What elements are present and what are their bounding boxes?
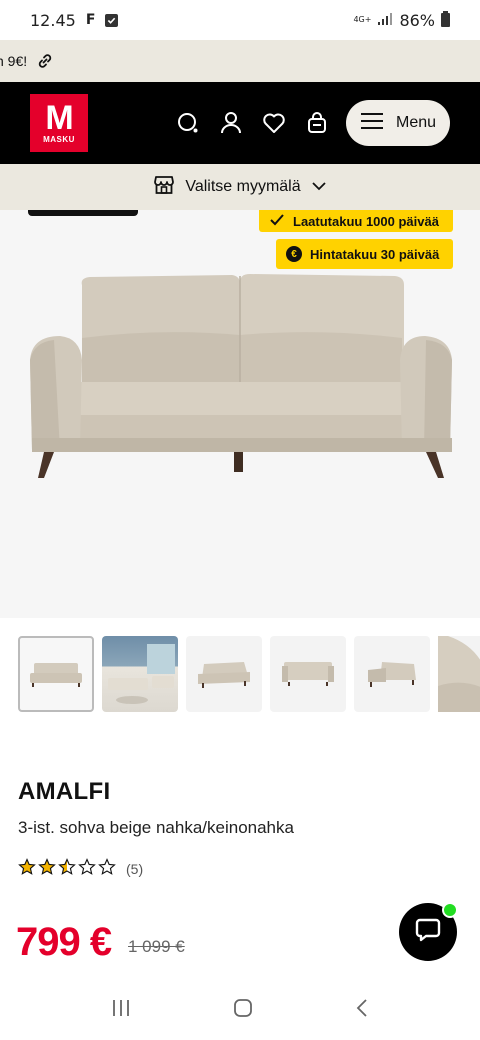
thumbnail-2[interactable] bbox=[102, 636, 178, 712]
star-full-icon bbox=[18, 858, 36, 879]
logo-text: MASKU bbox=[43, 134, 75, 144]
rating-count: (5) bbox=[126, 860, 144, 877]
star-empty-icon bbox=[98, 858, 116, 879]
store-selector[interactable]: Valitse myymälä bbox=[0, 164, 480, 210]
hamburger-icon bbox=[360, 112, 384, 135]
chevron-down-icon bbox=[311, 178, 327, 196]
status-time: 12.45 bbox=[30, 10, 76, 30]
status-bar: 12.45 F 4G+ 86% bbox=[0, 0, 480, 40]
search-icon[interactable] bbox=[176, 111, 200, 135]
network-type-icon: 4G+ bbox=[353, 15, 372, 24]
shopping-bag-icon[interactable] bbox=[306, 111, 328, 135]
logo-letter: M bbox=[45, 98, 73, 137]
product-main-image[interactable]: Laatutakuu 1000 päivää € Hintatakuu 30 p… bbox=[0, 210, 480, 618]
star-full-icon bbox=[38, 858, 56, 879]
battery-icon bbox=[441, 11, 450, 27]
recent-apps-icon[interactable] bbox=[111, 999, 131, 1022]
heart-icon[interactable] bbox=[262, 112, 286, 134]
product-description: 3-ist. sohva beige nahka/keinonahka bbox=[18, 818, 294, 837]
battery-level: 86% bbox=[399, 10, 435, 30]
system-nav-bar bbox=[0, 980, 480, 1040]
star-half-icon bbox=[58, 858, 76, 879]
sofa-image bbox=[30, 274, 452, 478]
link-icon bbox=[37, 53, 53, 69]
back-icon[interactable] bbox=[355, 998, 369, 1023]
menu-button[interactable]: Menu bbox=[346, 100, 450, 146]
product-price: 799 € bbox=[16, 920, 112, 964]
image-thumbnails bbox=[18, 636, 480, 712]
sofa-back-thumbnail-icon bbox=[282, 662, 334, 686]
signal-icon bbox=[377, 11, 393, 30]
promo-text: n 9€! bbox=[0, 53, 28, 69]
product-rating[interactable]: (5) bbox=[18, 858, 143, 879]
room-scene-thumbnail-icon bbox=[108, 644, 175, 704]
chat-bubble-icon bbox=[414, 916, 442, 949]
sofa-detail-thumbnail-icon bbox=[438, 636, 480, 712]
sofa-angle-thumbnail-icon bbox=[198, 662, 250, 688]
home-icon[interactable] bbox=[233, 998, 253, 1023]
star-empty-icon bbox=[78, 858, 96, 879]
store-icon bbox=[153, 174, 175, 201]
status-right: 4G+ 86% bbox=[353, 11, 450, 30]
thumbnail-3[interactable] bbox=[186, 636, 262, 712]
thumbnail-6[interactable] bbox=[438, 636, 480, 712]
thumbnail-4[interactable] bbox=[270, 636, 346, 712]
product-name: AMALFI bbox=[18, 778, 111, 805]
store-label: Valitse myymälä bbox=[185, 178, 301, 195]
f-app-icon: F bbox=[85, 12, 96, 28]
sofa-thumbnail-icon bbox=[30, 663, 82, 687]
online-status-dot bbox=[442, 902, 458, 918]
header-icons bbox=[176, 111, 328, 135]
menu-label: Menu bbox=[395, 114, 437, 131]
product-old-price: 1 099 € bbox=[128, 937, 185, 956]
sofa-side-thumbnail-icon bbox=[368, 662, 416, 687]
masku-logo[interactable]: M MASKU bbox=[30, 94, 88, 152]
thumbnail-1[interactable] bbox=[18, 636, 94, 712]
thumbnail-5[interactable] bbox=[354, 636, 430, 712]
checkbox-notification-icon bbox=[105, 13, 119, 27]
promo-banner[interactable]: n 9€! bbox=[0, 40, 480, 82]
site-header: M MASKU Menu bbox=[0, 82, 480, 164]
user-icon[interactable] bbox=[220, 111, 242, 135]
status-left: 12.45 F bbox=[30, 10, 119, 30]
